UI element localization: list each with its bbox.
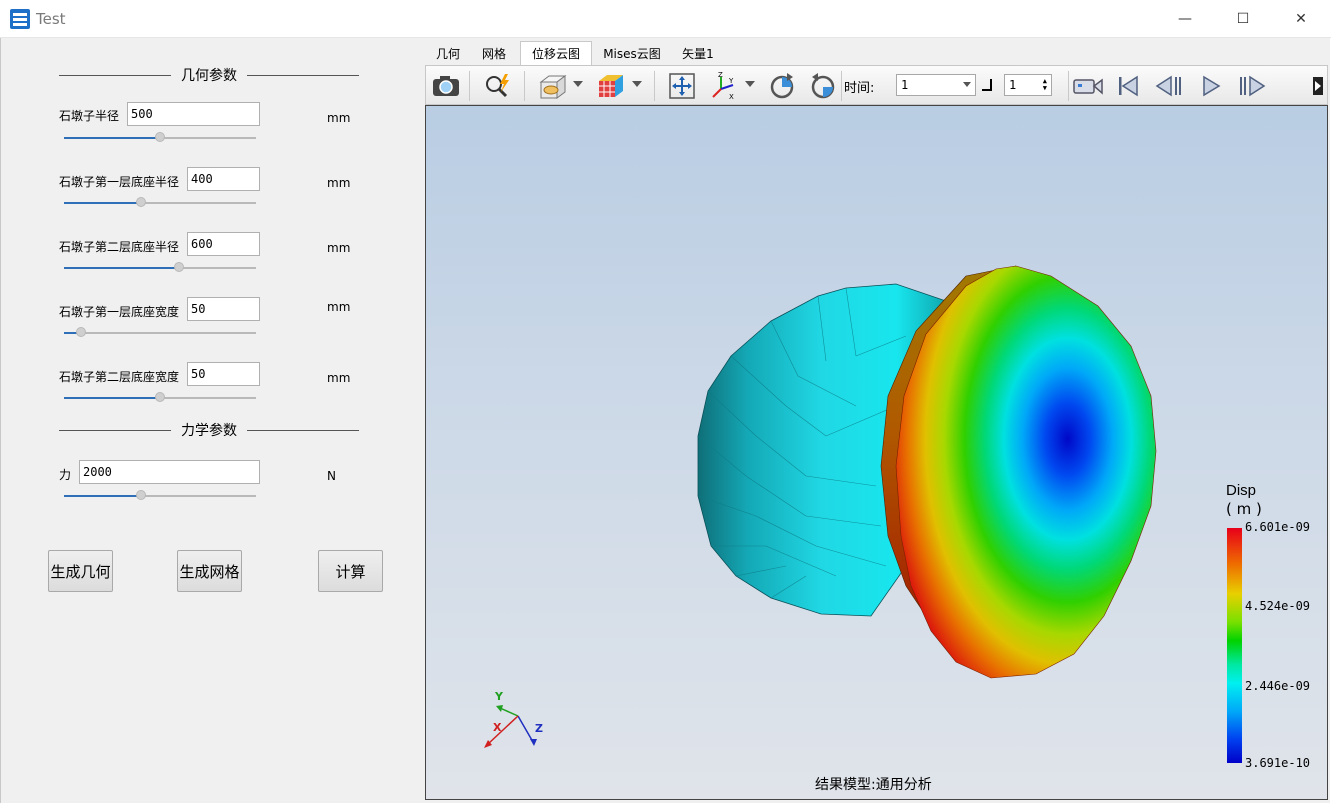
generate-mesh-button[interactable]: 生成网格 (177, 550, 242, 592)
mechanics-group-header: 力学参数 (59, 420, 359, 440)
camera-icon[interactable] (430, 70, 462, 102)
time-label: 时间: (844, 81, 875, 96)
force-input[interactable] (79, 460, 260, 484)
axis-z-label: Z (535, 722, 543, 735)
tab-mises[interactable]: Mises云图 (596, 41, 668, 65)
color-legend-bar (1227, 528, 1242, 763)
axis-triad (484, 705, 537, 748)
base1-radius-slider[interactable] (64, 197, 256, 209)
tab-mesh[interactable]: 网格 (472, 41, 516, 65)
axes-icon[interactable]: ZYX (708, 70, 740, 102)
time-value: 1 (901, 78, 909, 92)
mechanics-group-title: 力学参数 (181, 423, 237, 439)
unit-label: N (327, 469, 336, 483)
spin-arrows-icon[interactable]: ▲ ▼ (1043, 78, 1047, 92)
first-frame-icon[interactable] (1112, 70, 1144, 102)
svg-text:Z: Z (718, 71, 723, 79)
result-model-status: 结果模型:通用分析 (815, 777, 932, 793)
video-camera-icon[interactable] (1072, 70, 1104, 102)
prev-frame-icon[interactable] (1153, 70, 1185, 102)
tab-displacement[interactable]: 位移云图 (520, 41, 592, 65)
3d-viewport[interactable]: Y X Z Disp ( m ) 6.601e-09 4.524e-09 2.4… (425, 105, 1328, 800)
base2-radius-input[interactable] (187, 232, 260, 256)
slider-handle[interactable] (155, 132, 165, 142)
svg-text:Y: Y (728, 77, 734, 85)
zoom-lightning-icon[interactable] (482, 70, 514, 102)
tab-vector[interactable]: 矢量1 (670, 41, 726, 65)
base2-width-slider[interactable] (64, 392, 256, 404)
geometry-group-title: 几何参数 (181, 68, 237, 84)
legend-min-value: 3.691e-10 (1245, 756, 1311, 770)
slider-handle[interactable] (76, 327, 86, 337)
param-label-base2-radius: 石墩子第二层底座半径 (59, 240, 180, 254)
force-slider[interactable] (64, 490, 256, 502)
slider-handle[interactable] (174, 262, 184, 272)
svg-text:X: X (729, 93, 734, 101)
base1-width-slider[interactable] (64, 327, 256, 339)
base1-radius-input[interactable] (187, 167, 260, 191)
unit-label: mm (327, 241, 351, 255)
param-label-base1-width: 石墩子第一层底座宽度 (59, 305, 180, 319)
geometry-group-header: 几何参数 (59, 65, 359, 85)
base2-width-input[interactable] (187, 362, 260, 386)
slider-handle[interactable] (155, 392, 165, 402)
legend-unit: ( m ) (1226, 500, 1262, 518)
legend-max-value: 6.601e-09 (1245, 520, 1311, 534)
generate-geometry-button[interactable]: 生成几何 (48, 550, 113, 592)
rotate-ccw-icon[interactable] (807, 70, 839, 102)
view-toolbar: ZYX 时间: 1 1 ▲ ▼ (425, 65, 1328, 105)
toolbar-overflow-icon[interactable] (1313, 77, 1323, 95)
fit-move-icon[interactable] (666, 70, 698, 102)
next-frame-icon[interactable] (1236, 70, 1268, 102)
unit-label: mm (327, 300, 351, 314)
cube-color-icon[interactable] (594, 70, 626, 102)
step-icon (982, 79, 992, 91)
unit-label: mm (327, 371, 351, 385)
radius-input[interactable] (127, 102, 260, 126)
compute-button[interactable]: 计算 (318, 550, 383, 592)
param-label-radius: 石墩子半径 (59, 109, 120, 123)
app-icon (10, 9, 30, 29)
axis-y-label: Y (495, 690, 503, 703)
minimize-button[interactable]: — (1156, 0, 1214, 38)
unit-label: mm (327, 111, 351, 125)
legend-mid-high-value: 4.524e-09 (1245, 599, 1311, 613)
legend-mid-low-value: 2.446e-09 (1245, 679, 1311, 693)
rotate-cw-icon[interactable] (766, 70, 798, 102)
window-title: Test (36, 10, 66, 28)
maximize-button[interactable]: ☐ (1214, 0, 1272, 38)
tab-geometry[interactable]: 几何 (426, 41, 470, 65)
param-label-base1-radius: 石墩子第一层底座半径 (59, 175, 180, 189)
base2-radius-slider[interactable] (64, 262, 256, 274)
param-label-force: 力 (59, 468, 72, 482)
slider-handle[interactable] (136, 490, 146, 500)
close-button[interactable]: ✕ (1272, 0, 1330, 38)
axis-x-label: X (493, 721, 502, 734)
play-icon[interactable] (1195, 70, 1227, 102)
parameter-panel: 几何参数 石墩子半径 mm 石墩子第一层底座半径 mm 石墩子第二层底座半径 m… (0, 38, 424, 803)
chevron-down-icon (963, 82, 971, 87)
unit-label: mm (327, 176, 351, 190)
box-view-icon[interactable] (536, 70, 568, 102)
time-select[interactable]: 1 (896, 74, 976, 96)
base1-width-input[interactable] (187, 297, 260, 321)
step-spinbox[interactable]: 1 ▲ ▼ (1004, 74, 1052, 96)
slider-handle[interactable] (136, 197, 146, 207)
model-render (697, 265, 1157, 679)
legend-title: Disp (1226, 482, 1257, 499)
step-value: 1 (1009, 78, 1017, 92)
view-tabs: 几何 网格 位移云图 Mises云图 矢量1 (424, 41, 1330, 65)
title-bar: Test — ☐ ✕ (0, 0, 1331, 38)
results-panel: 几何 网格 位移云图 Mises云图 矢量1 ZYX 时间: 1 1 ▲ ▼ Y… (424, 38, 1330, 803)
param-label-base2-width: 石墩子第二层底座宽度 (59, 370, 180, 384)
radius-slider[interactable] (64, 132, 256, 144)
